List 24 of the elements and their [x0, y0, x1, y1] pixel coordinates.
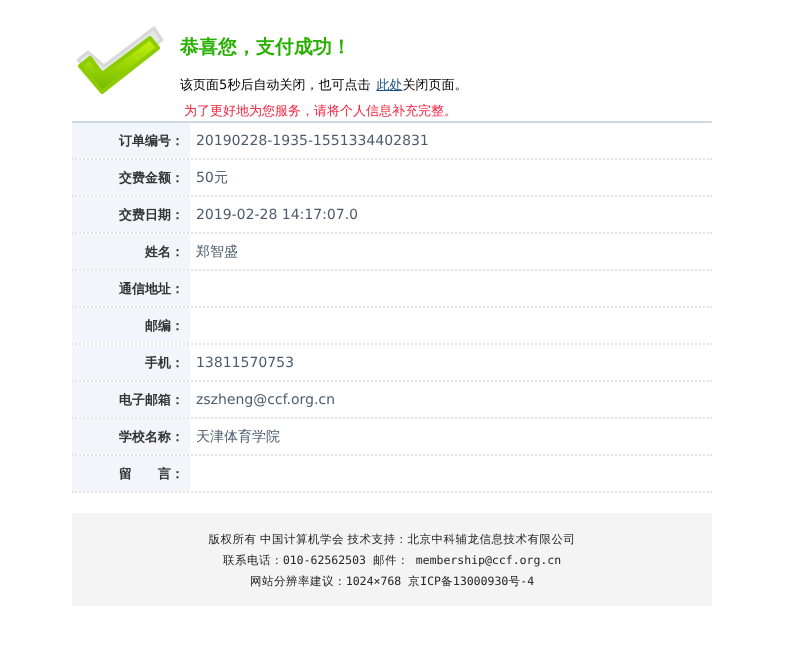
field-label: 姓名： — [145, 244, 184, 260]
field-label: 通信地址： — [119, 280, 184, 298]
field-value: 2019-02-28 14:17:07.0 — [196, 206, 358, 222]
footer-text: 联系电话：010-62562503 邮件： membership@ccf.org.cn — [222, 552, 562, 569]
success-title: 恭喜您，支付成功！ — [180, 35, 352, 60]
reminder-text: 为了更好地为您服务，请将个人信息补充完整。 — [184, 103, 458, 120]
field-label: 邮编： — [145, 318, 184, 334]
field-label: 留 言： — [119, 466, 184, 482]
footer-text: 网站分辨率建议：1024×768 京ICP备13000930号-4 — [248, 573, 536, 590]
close-link[interactable]: 此处 — [376, 78, 402, 93]
field-value: 50元 — [196, 168, 228, 186]
footer-text: 版权所有 中国计算机学会 技术支持：北京中科辅龙信息技术有限公司 — [207, 531, 577, 548]
field-value: 天津体育学院 — [196, 428, 280, 446]
field-value: 郑智盛 — [196, 242, 238, 260]
field-label: 交费金额： — [119, 170, 184, 186]
field-label: 电子邮箱： — [119, 392, 184, 408]
close-notice: 该页面5秒后自动关闭，也可点击 此处关闭页面。 — [180, 77, 468, 94]
field-label: 手机： — [145, 354, 184, 372]
field-label: 学校名称： — [119, 428, 184, 446]
field-label: 交费日期： — [119, 206, 184, 224]
field-value: 20190228-1935-1551334402831 — [196, 132, 429, 148]
field-value: 13811570753 — [196, 354, 294, 370]
field-label: 订单编号： — [119, 132, 184, 150]
field-value: zszheng@ccf.org.cn — [196, 392, 335, 408]
